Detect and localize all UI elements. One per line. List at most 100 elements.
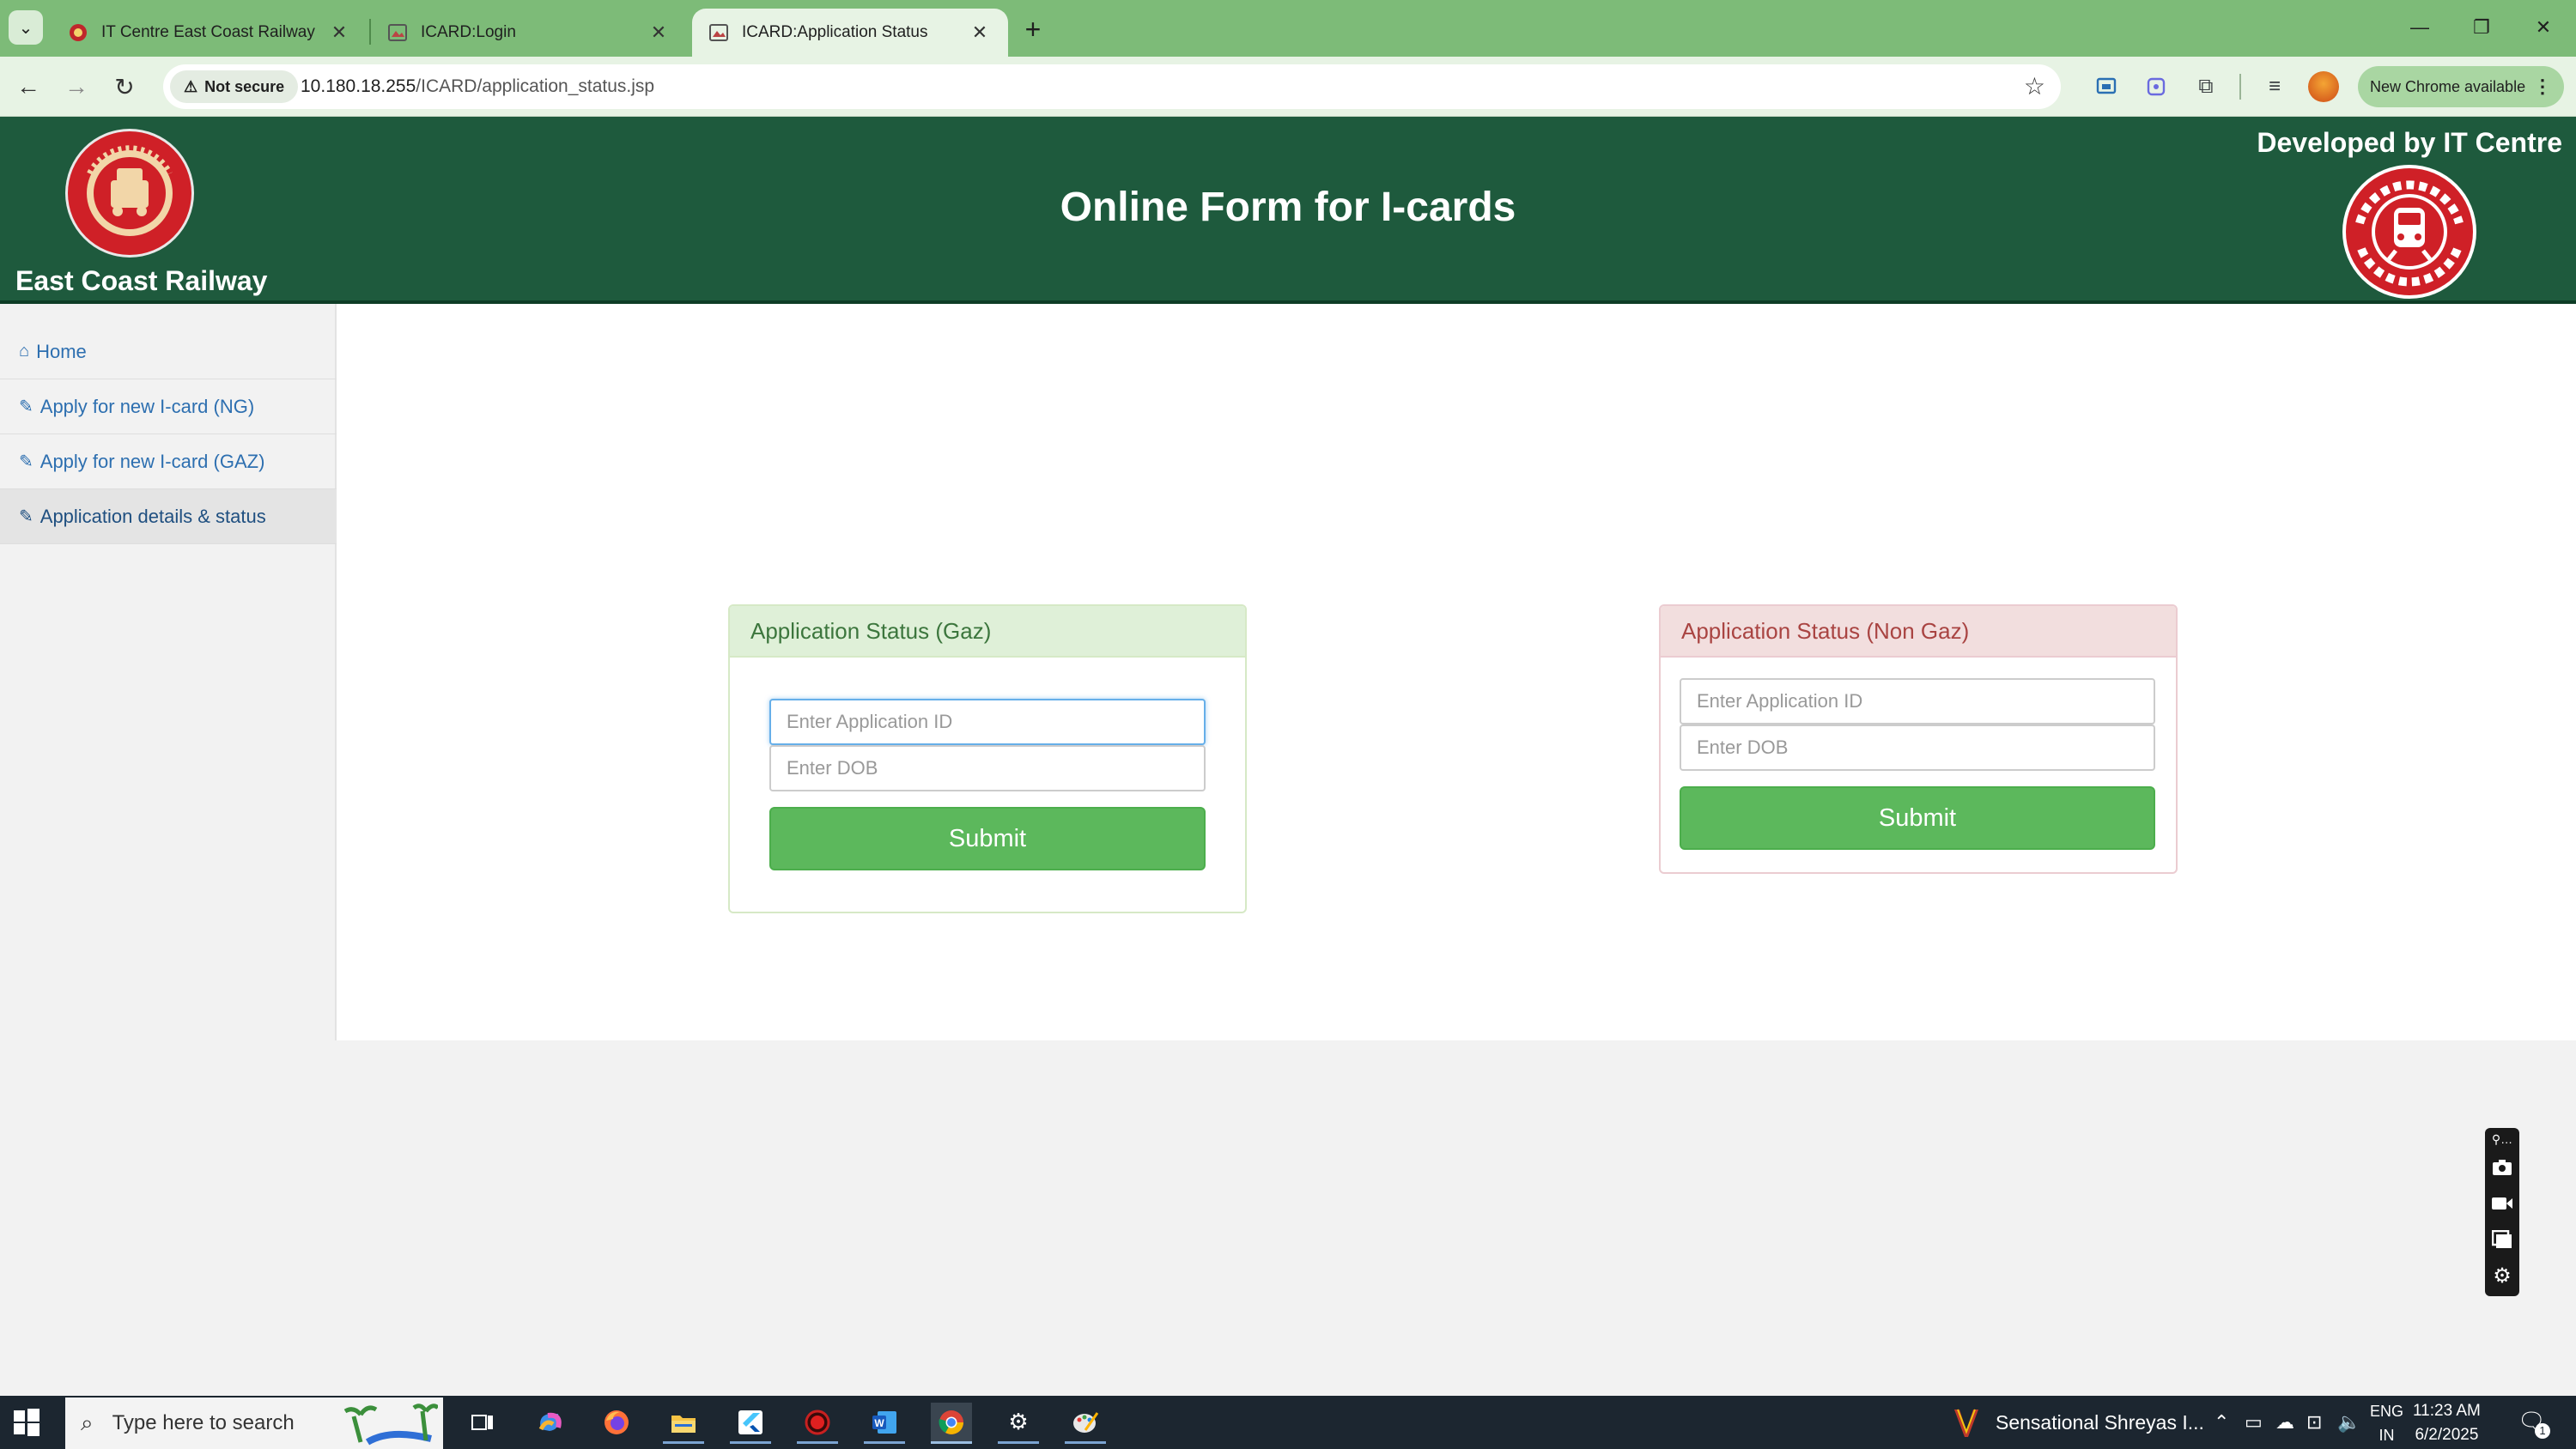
network-icon[interactable]: ⊡ [2306,1411,2322,1434]
url-text[interactable]: 10.180.18.255/ICARD/application_status.j… [301,76,654,97]
sidebar-item-label: Apply for new I-card (NG) [39,395,255,417]
close-icon[interactable]: ✕ [646,20,671,45]
developer-credit: Developed by IT Centre [2257,127,2562,158]
new-tab-button[interactable]: + [1016,12,1050,46]
battery-icon[interactable]: ▭ [2245,1411,2263,1434]
word-icon[interactable]: W [864,1403,905,1444]
edit-icon: ✎ [19,452,33,471]
sidebar-item-label: Home [36,340,87,362]
close-icon[interactable]: ✕ [326,20,352,45]
flutter-app-icon[interactable] [730,1403,771,1444]
sidebar-item-label: Application details & status [39,505,266,527]
cast-icon[interactable] [2090,70,2123,103]
gaz-dob-input[interactable] [769,745,1206,791]
nongaz-status-panel: Application Status (Non Gaz) Submit [1659,604,2178,874]
sidebar-item-apply-ng[interactable]: ✎ Apply for new I-card (NG) [0,379,337,434]
paint-icon[interactable] [1065,1403,1106,1444]
minimize-button[interactable]: — [2396,10,2444,45]
restore-icon: ❐ [2473,16,2490,38]
now-playing-title[interactable]: Sensational Shreyas I... [1996,1411,2204,1434]
nongaz-dob-input[interactable] [1680,724,2155,771]
music-app-icon[interactable] [1949,1406,1984,1440]
gaz-submit-button[interactable]: Submit [769,807,1206,870]
profile-avatar[interactable] [2308,71,2339,102]
security-chip[interactable]: ⚠ Not secure [170,70,299,103]
volume-icon[interactable]: 🔈 [2337,1411,2360,1434]
svg-text:W: W [874,1417,884,1429]
sidebar-item-application-status[interactable]: ✎ Application details & status [0,489,337,544]
site-header: East Coast Railway Online Form for I-car… [0,117,2576,304]
forward-button[interactable]: → [58,69,94,105]
warning-icon: ⚠ [184,77,198,95]
clock-time: 11:23 AM [2413,1402,2481,1420]
close-icon[interactable]: ✕ [967,20,993,45]
tab-title: IT Centre East Coast Railway [101,23,315,41]
address-bar[interactable]: ⚠ Not secure 10.180.18.255/ICARD/applica… [163,64,2061,109]
settings-gear-icon[interactable]: ⚙ [2485,1258,2519,1293]
minimize-icon: — [2410,16,2429,38]
video-camera-icon[interactable] [2485,1186,2519,1221]
browser-tab-application-status[interactable]: ICARD:Application Status ✕ [692,9,1008,57]
chrome-icon[interactable] [931,1403,972,1444]
task-view-icon[interactable] [462,1403,503,1444]
notification-badge: 1 [2535,1423,2550,1439]
chevron-up-icon[interactable]: ⌃ [2214,1411,2229,1434]
sidebar-item-label: Apply for new I-card (GAZ) [39,450,265,472]
taskbar-search-placeholder: Type here to search [112,1411,295,1434]
browser-toolbar: ← → ↻ ⚠ Not secure 10.180.18.255/ICARD/a… [0,57,2576,117]
translate-icon[interactable] [2140,70,2172,103]
copilot-icon[interactable] [529,1403,570,1444]
language-indicator[interactable]: ENG IN [2370,1399,2403,1447]
edit-icon: ✎ [19,507,33,526]
web-page: East Coast Railway Online Form for I-car… [0,117,2576,1396]
sidebar-item-apply-gaz[interactable]: ✎ Apply for new I-card (GAZ) [0,434,337,489]
windows-start-icon[interactable] [12,1408,41,1437]
page-favicon-icon [386,21,409,44]
settings-icon[interactable]: ⚙ [998,1403,1039,1444]
region-code: IN [2379,1427,2395,1444]
edit-icon: ✎ [19,397,33,416]
browser-tab-it-centre[interactable]: IT Centre East Coast Railway ✕ [52,9,368,57]
system-clock[interactable]: 11:23 AM 6/2/2025 [2413,1399,2481,1447]
brand-name: East Coast Railway [15,265,268,296]
restore-button[interactable]: ❐ [2458,10,2506,45]
reload-button[interactable]: ↻ [106,69,143,105]
sidebar-item-home[interactable]: ⌂ Home [0,324,337,379]
bookmark-star-icon[interactable]: ☆ [2024,72,2045,100]
gaz-application-id-input[interactable] [769,699,1206,745]
tab-title: ICARD:Application Status [742,23,928,41]
search-highlight-image [343,1404,438,1446]
gallery-icon[interactable] [2485,1222,2519,1257]
browser-tab-icard-login[interactable]: ICARD:Login ✕ [371,9,687,57]
pin-icon[interactable]: ⚲… [2485,1128,2519,1150]
window-close-button[interactable]: ✕ [2519,10,2567,45]
taskbar-search-box[interactable]: ⌕ Type here to search [65,1397,443,1449]
page-favicon-icon [708,21,730,44]
camera-icon[interactable] [2485,1150,2519,1185]
nongaz-submit-button[interactable]: Submit [1680,786,2155,850]
language-code: ENG [2370,1403,2404,1420]
back-button[interactable]: ← [10,69,46,105]
railway-favicon-icon [67,21,89,44]
clock-date: 6/2/2025 [2415,1426,2479,1444]
arrow-left-icon: ← [16,73,40,100]
gaz-status-panel: Application Status (Gaz) Submit [728,604,1247,913]
home-icon: ⌂ [19,342,30,361]
it-centre-logo [2342,165,2476,299]
panel-heading: Application Status (Non Gaz) [1661,606,2176,658]
capture-toolbar: ⚲… ⚙ [2485,1128,2519,1296]
security-label: Not secure [204,77,285,95]
url-path: /ICARD/application_status.jsp [416,76,655,96]
chevron-down-icon: ⌄ [18,18,33,38]
file-explorer-icon[interactable] [663,1403,704,1444]
firefox-icon[interactable] [596,1403,637,1444]
extensions-icon[interactable]: ⧉ [2190,70,2222,103]
recorder-icon[interactable] [797,1403,838,1444]
update-label: New Chrome available [2370,77,2526,95]
notification-center-button[interactable]: 🗨 1 [2518,1408,2550,1439]
tab-search-button[interactable]: ⌄ [9,10,43,45]
nongaz-application-id-input[interactable] [1680,678,2155,724]
cloud-icon[interactable]: ☁ [2275,1411,2294,1434]
chrome-update-button[interactable]: New Chrome available ⋮ [2358,66,2564,107]
media-controls-icon[interactable]: ≡ [2258,70,2291,103]
